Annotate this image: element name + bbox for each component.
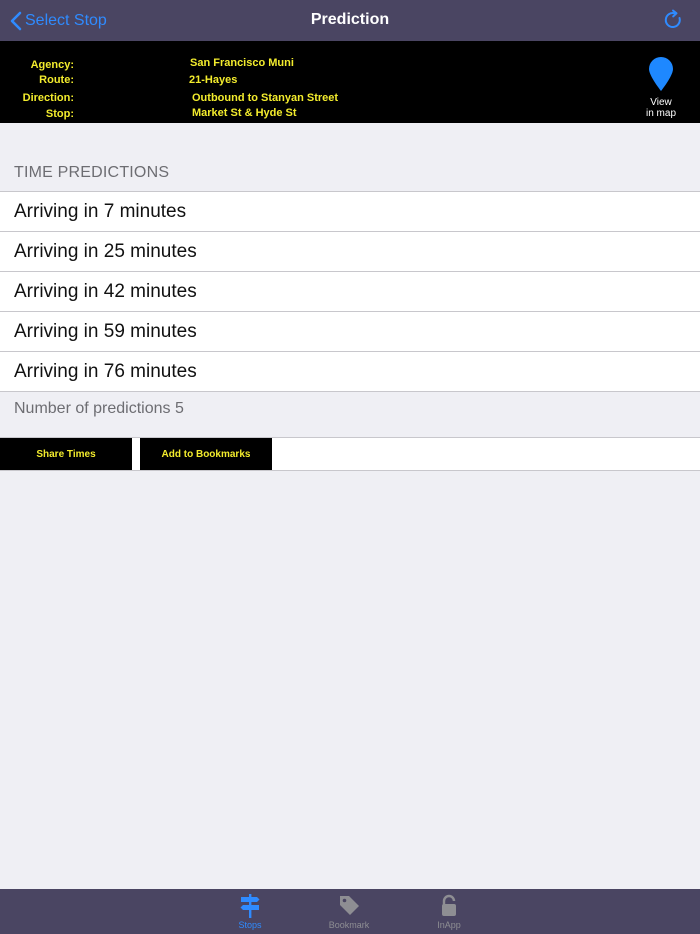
lock-icon [442,894,456,916]
tab-bookmark[interactable]: Bookmark [319,893,379,930]
list-item[interactable]: Arriving in 42 minutes [0,272,700,312]
map-pin-icon [649,57,673,91]
stop-value: Market St & Hyde St [192,107,297,119]
stop-info-panel: Agency: San Francisco Muni Route: 21-Hay… [0,41,700,123]
tab-stops[interactable]: Stops [220,893,280,930]
direction-label: Direction: [22,92,74,104]
prediction-list: Arriving in 7 minutes Arriving in 25 min… [0,191,700,392]
prediction-text: Arriving in 42 minutes [14,281,197,302]
signpost-icon [240,894,260,918]
prediction-text: Arriving in 59 minutes [14,321,197,342]
refresh-icon [664,9,681,28]
page-title: Prediction [310,11,390,28]
prediction-text: Arriving in 76 minutes [14,361,197,382]
refresh-button[interactable] [662,9,684,31]
route-label: Route: [39,74,74,86]
direction-value: Outbound to Stanyan Street [192,92,339,104]
section-header: TIME PREDICTIONS [14,164,170,181]
list-item[interactable]: Arriving in 7 minutes [0,192,700,232]
tab-label: Stops [238,920,262,930]
list-item[interactable]: Arriving in 59 minutes [0,312,700,352]
tab-bar: Stops Bookmark InApp [0,889,700,934]
route-value: 21-Hayes [189,74,238,86]
agency-label: Agency: [30,59,74,71]
tab-label: Bookmark [328,920,370,930]
tab-inapp[interactable]: InApp [419,893,479,930]
prediction-text: Arriving in 7 minutes [14,201,187,222]
map-label-line1: View [650,97,672,108]
prediction-count: Number of predictions 5 [14,400,184,417]
add-to-bookmarks-button[interactable]: Add to Bookmarks [140,438,272,470]
agency-value: San Francisco Muni [190,57,294,69]
view-in-map-button[interactable]: View in map [640,56,682,121]
list-item[interactable]: Arriving in 25 minutes [0,232,700,272]
share-times-button[interactable]: Share Times [0,438,132,470]
prediction-text: Arriving in 25 minutes [14,241,197,262]
tag-icon [340,896,359,915]
list-item[interactable]: Arriving in 76 minutes [0,352,700,392]
tab-label: InApp [437,920,461,930]
stop-label: Stop: [45,108,74,120]
action-bar: Share Times Add to Bookmarks [0,437,700,471]
map-label-line2: in map [645,108,676,119]
navigation-bar: Select Stop Prediction [0,0,700,41]
